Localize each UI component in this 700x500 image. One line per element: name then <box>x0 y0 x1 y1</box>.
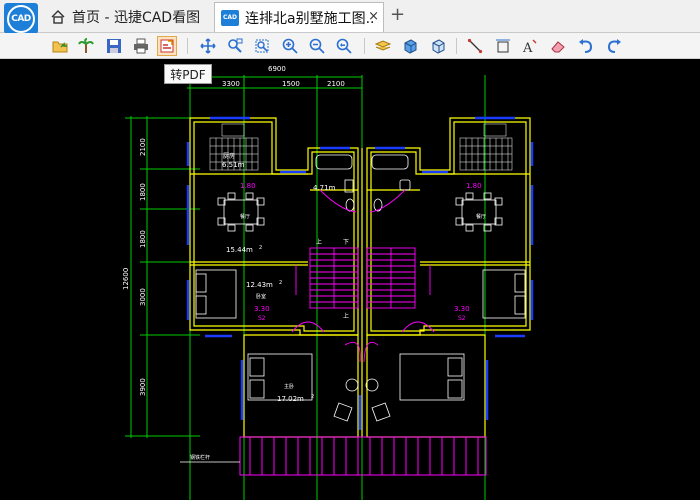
stair-label: 下 <box>343 239 349 246</box>
dim-height: 1800 <box>139 183 147 201</box>
3d-orbit-icon[interactable] <box>428 36 448 56</box>
room-name: 主卧 <box>284 383 294 390</box>
balcony-railing <box>239 436 487 476</box>
zoom-extents-icon[interactable] <box>252 36 272 56</box>
dim-total-width: 6900 <box>268 65 286 73</box>
pan-icon[interactable] <box>198 36 218 56</box>
3d-box-icon[interactable] <box>400 36 420 56</box>
dim-total-height: 12600 <box>122 268 130 290</box>
room-name: 厨房 <box>223 152 235 160</box>
floor-level: 3.30 <box>454 305 470 313</box>
dining-tables <box>217 192 503 232</box>
toolbar-separator <box>364 38 365 54</box>
floor-level: 1.80 <box>240 182 256 190</box>
room-area: 12.43m <box>246 281 273 289</box>
sup-two: 2 <box>279 280 282 286</box>
measure-line-icon[interactable] <box>465 36 485 56</box>
svg-text:A: A <box>522 41 533 54</box>
zoom-window-icon[interactable] <box>225 36 245 56</box>
dim-height: 1800 <box>139 230 147 248</box>
section-mark: S2 <box>458 315 466 322</box>
print-icon[interactable] <box>131 36 151 56</box>
main-toolbar: A <box>0 33 700 59</box>
room-name: 卧室 <box>256 293 266 300</box>
axis-lines <box>125 70 486 500</box>
redo-icon[interactable] <box>604 36 624 56</box>
room-area: 17.02m <box>277 395 304 403</box>
measure-dimension-icon[interactable] <box>493 36 513 56</box>
floor-level: 1.80 <box>466 182 482 190</box>
convert-pdf-icon[interactable] <box>157 36 177 56</box>
zoom-previous-icon[interactable] <box>334 36 354 56</box>
palm-tree-icon[interactable] <box>76 36 96 56</box>
undo-icon[interactable] <box>576 36 596 56</box>
cad-file-icon: CAD <box>221 9 239 26</box>
stair-label: 上 <box>316 238 322 246</box>
room-area: 15.44m <box>226 246 253 254</box>
tab-home-label: 首页 - 迅捷CAD看图 <box>72 10 201 26</box>
room-name: 餐厅 <box>476 213 486 220</box>
floor-plan[interactable]: 6900 3300 1500 2100 12600 2100 1800 1800… <box>0 59 700 500</box>
text-icon[interactable]: A <box>520 36 540 56</box>
dim-height: 2100 <box>139 138 147 156</box>
room-name: 餐厅 <box>240 213 250 220</box>
home-icon <box>51 10 65 24</box>
tab-bar: CAD 首页 - 迅捷CAD看图 CAD 连排北a别墅施工图... × + <box>0 0 700 34</box>
app-logo-text: CAD <box>7 4 35 33</box>
app-logo[interactable]: CAD <box>4 3 38 34</box>
tab-document[interactable]: CAD 连排北a别墅施工图... × <box>214 2 384 32</box>
bathroom-fixtures <box>315 154 411 212</box>
dim-width: 1500 <box>282 80 300 88</box>
sup-two: 2 <box>259 245 262 251</box>
kitchen-tiles <box>209 123 513 171</box>
sup-two: 2 <box>311 394 314 400</box>
dim-height: 3900 <box>139 378 147 396</box>
close-tab-icon[interactable]: × <box>368 9 379 24</box>
dim-width: 3300 <box>222 80 240 88</box>
zoom-out-icon[interactable] <box>307 36 327 56</box>
staircase <box>291 189 435 363</box>
annotation-note: 钢铁栏杆 <box>190 454 210 461</box>
drawing-canvas[interactable]: 6900 3300 1500 2100 12600 2100 1800 1800… <box>0 59 700 500</box>
stair-label: 上 <box>343 312 349 320</box>
toolbar-separator <box>187 38 188 54</box>
layers-icon[interactable] <box>373 36 393 56</box>
zoom-in-icon[interactable] <box>280 36 300 56</box>
section-mark: S2 <box>258 315 266 322</box>
new-tab-button[interactable]: + <box>390 4 405 25</box>
cad-viewer-window: CAD 首页 - 迅捷CAD看图 CAD 连排北a别墅施工图... × + A … <box>0 0 700 500</box>
tab-home[interactable]: 首页 - 迅捷CAD看图 <box>44 4 206 30</box>
dim-height: 3000 <box>139 288 147 306</box>
room-area: 6.51m <box>222 161 245 169</box>
toolbar-separator <box>456 38 457 54</box>
room-area: 4.71m <box>313 184 336 192</box>
save-icon[interactable] <box>104 36 124 56</box>
tooltip-convert-pdf: 转PDF <box>164 64 212 84</box>
dim-width: 2100 <box>327 80 345 88</box>
eraser-icon[interactable] <box>548 36 568 56</box>
floor-level: 3.30 <box>254 305 270 313</box>
open-folder-icon[interactable] <box>50 36 70 56</box>
tab-document-label: 连排北a别墅施工图... <box>245 10 373 27</box>
